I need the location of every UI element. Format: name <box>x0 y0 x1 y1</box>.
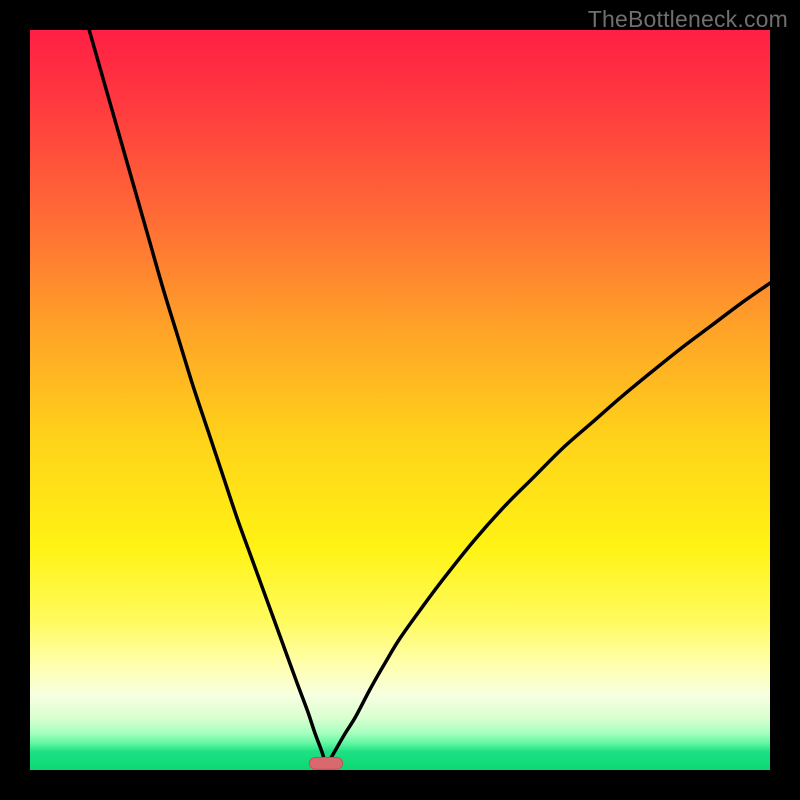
minimum-marker <box>309 757 342 769</box>
watermark-text: TheBottleneck.com <box>588 6 788 33</box>
chart-background <box>30 30 770 770</box>
chart-frame <box>30 30 770 770</box>
bottleneck-chart <box>30 30 770 770</box>
